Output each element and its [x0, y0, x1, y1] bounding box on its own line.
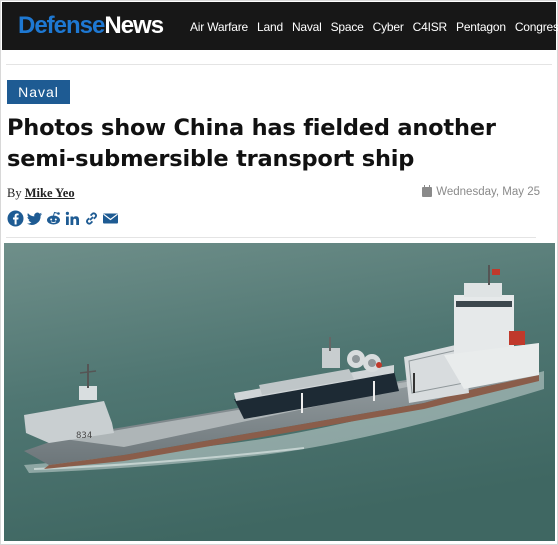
twitter-icon[interactable] — [26, 210, 43, 227]
nav-item-pentagon[interactable]: Pentagon — [456, 20, 506, 34]
link-icon[interactable] — [83, 210, 100, 227]
publish-date: Wednesday, May 25 — [422, 185, 540, 198]
share-bar — [7, 210, 119, 227]
nav-item-land[interactable]: Land — [257, 20, 283, 34]
email-icon[interactable] — [102, 210, 119, 227]
category-tag[interactable]: Naval — [7, 80, 70, 104]
reddit-icon[interactable] — [45, 210, 62, 227]
nav-item-congress[interactable]: Congress — [515, 20, 558, 34]
byline-prefix: By — [7, 186, 22, 200]
nav-item-air-warfare[interactable]: Air Warfare — [190, 20, 248, 34]
nav-item-naval[interactable]: Naval — [292, 20, 322, 34]
linkedin-icon[interactable] — [64, 210, 81, 227]
calendar-icon — [422, 185, 433, 197]
site-logo[interactable]: DefenseNews — [18, 12, 164, 40]
main-nav: Air Warfare Land Naval Space Cyber C4ISR… — [190, 20, 558, 34]
logo-text-defense: Defense — [18, 12, 105, 39]
facebook-icon[interactable] — [7, 210, 24, 227]
article-photo[interactable]: 834 — [4, 243, 555, 541]
nav-item-c4isr[interactable]: C4ISR — [413, 20, 448, 34]
meta-divider — [6, 237, 536, 238]
hull-number: 834 — [76, 431, 92, 441]
logo-text-news: News — [104, 12, 164, 39]
nav-item-cyber[interactable]: Cyber — [373, 20, 404, 34]
author-link[interactable]: Mike Yeo — [25, 186, 75, 200]
header-divider — [6, 64, 552, 65]
nav-item-space[interactable]: Space — [331, 20, 364, 34]
site-header: DefenseNews Air Warfare Land Naval Space… — [2, 2, 558, 50]
article-headline: Photos show China has fielded another se… — [7, 115, 496, 172]
byline: By Mike Yeo — [7, 186, 75, 201]
date-text: Wednesday, May 25 — [436, 186, 540, 198]
semi-submersible-ship-image: 834 — [4, 243, 555, 541]
